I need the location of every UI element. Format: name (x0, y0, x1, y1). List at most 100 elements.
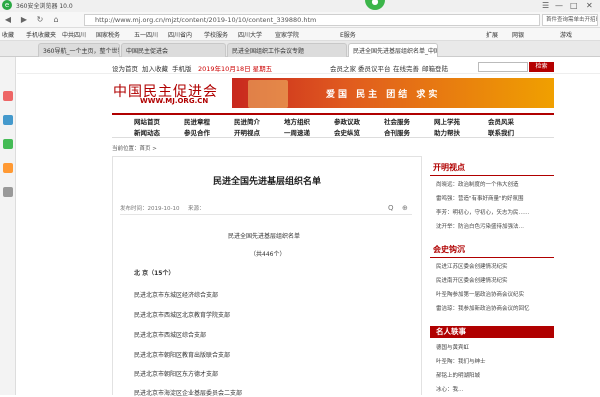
browser-logo-icon: e (2, 0, 12, 10)
sidebar-app-icon[interactable] (3, 163, 13, 173)
bookmark-item[interactable]: 手机收藏夹 (26, 30, 56, 39)
bookmarks-bar (0, 28, 600, 41)
search-icon[interactable]: Q (388, 204, 394, 212)
viewpoint-link[interactable]: 雷鸣强：营造"有事好商量"的好氛围 (436, 194, 556, 202)
nav-news[interactable]: 新闻动态 (126, 127, 168, 137)
tab-active-list[interactable]: 民进全国先进基层组织名单_中国 (348, 43, 438, 57)
tab-org-meeting[interactable]: 民进全国组织工作会议专题 (227, 43, 347, 57)
viewpoints-heading[interactable]: 开明视点 (433, 162, 465, 173)
site-date: 2019年10月18日 星期五 (198, 65, 273, 73)
history-link[interactable]: 民进南开区委会创建情况纪实 (436, 276, 556, 284)
nav-member-style[interactable]: 会员风采 (480, 116, 522, 126)
browser-sidebar (0, 57, 16, 395)
browser-search-input[interactable]: 首件查询需单击开招印 (542, 14, 598, 26)
viewpoint-link[interactable]: 尚晓远：政治制度的一个伟大创造 (436, 180, 556, 188)
nav-online-school[interactable]: 网上学苑 (426, 116, 468, 126)
bookmark-item[interactable]: 收藏 (2, 30, 14, 39)
list-item: 民进北京市东城区经济综合支部 (134, 292, 219, 299)
list-item: 民进北京市西城区综合支部 (134, 332, 207, 339)
forward-button[interactable]: ▶ (18, 14, 30, 26)
nav-local-orgs[interactable]: 地方组织 (276, 116, 318, 126)
bookmark-item[interactable]: 中共四川 (62, 30, 86, 39)
section-divider (430, 175, 554, 176)
banner-building-image (248, 80, 288, 108)
anecdote-link[interactable]: 郝铭上的明湖阳城 (436, 371, 556, 379)
banking-button[interactable]: 网银 (512, 30, 524, 39)
list-item: 民进北京市西城区北京教育学院支部 (134, 312, 231, 319)
nav-weekly[interactable]: 一周速递 (276, 127, 318, 137)
list-item: 民进北京市朝阳区教育出版联合支部 (134, 352, 231, 359)
anecdote-link[interactable]: 冰心：我… (436, 385, 556, 393)
close-button[interactable]: ✕ (586, 1, 593, 10)
sidebar-app-icon[interactable] (3, 91, 13, 101)
section-divider (430, 257, 554, 258)
sidebar-app-icon[interactable] (3, 187, 13, 197)
nav-assistance[interactable]: 助力帮扶 (426, 127, 468, 137)
section-heading: 北 京（15个） (134, 270, 175, 277)
viewpoint-link[interactable]: 李芳：明初心，守初心，矢志为民…… (436, 208, 556, 216)
url-input[interactable]: http://www.mj.org.cn/mjzt/content/2019-1… (84, 14, 540, 26)
site-search-button[interactable]: 检索 (529, 62, 554, 72)
anecdotes-heading[interactable]: 名人轶事 (430, 326, 554, 338)
tab-360-nav[interactable]: 360导航_一个主页，整个世界 (38, 43, 120, 57)
maximize-button[interactable]: □ (570, 1, 578, 10)
nav-publications[interactable]: 合刊服务 (376, 127, 418, 137)
meta-divider (120, 214, 412, 215)
member-home-link[interactable]: 会员之家 (330, 63, 356, 73)
set-homepage-link[interactable]: 设为首页 (112, 63, 138, 73)
nav-contact[interactable]: 联系我们 (480, 127, 522, 137)
banner-slogan: 爱国 民主 团结 求实 (326, 90, 441, 100)
anecdote-link[interactable]: 叶圣陶：我们与绅士 (436, 357, 556, 365)
url-text: http://www.mj.org.cn/mjzt/content/2019-1… (95, 16, 317, 24)
proposal-platform-link[interactable]: 委员议平台 (358, 63, 391, 73)
anecdote-link[interactable]: 德国与黄宾虹 (436, 343, 556, 351)
reload-button[interactable]: ↻ (34, 14, 46, 26)
nav-viewpoints[interactable]: 开明视点 (226, 127, 268, 137)
window-title: 360安全浏览器 10.0 (16, 3, 73, 10)
tab-mj-home[interactable]: 中国民主促进会 (121, 43, 226, 57)
home-button[interactable]: ⌂ (50, 14, 62, 26)
site-search-input[interactable] (478, 62, 528, 72)
sidebar-app-icon[interactable] (3, 139, 13, 149)
mobile-link[interactable]: 手机版 (172, 63, 192, 73)
browser-feature-icon[interactable]: ● (365, 0, 385, 10)
bookmark-item[interactable]: 宣家学院 (275, 30, 299, 39)
list-item: 民进北京市海淀区企业基层委员会二支部 (134, 390, 243, 397)
games-button[interactable]: 游戏 (560, 30, 572, 39)
nav-home[interactable]: 网站首页 (126, 116, 168, 126)
history-link[interactable]: 雷洁琼：我参加新政治协商会议的回忆 (436, 304, 556, 312)
add-favorite-link[interactable]: 加入收藏 (142, 63, 168, 73)
nav-history[interactable]: 会史纵览 (326, 127, 368, 137)
article-intro: 民进全国先进基层组织名单 (228, 233, 301, 240)
menu-icon[interactable]: ☰ (542, 1, 549, 10)
browser-title-bar: e 360安全浏览器 10.0 ● ☰ — □ ✕ (0, 0, 600, 12)
bookmark-item[interactable]: E服务 (340, 30, 356, 39)
list-item: 民进北京市朝阳区东方德才支部 (134, 371, 219, 378)
history-link[interactable]: 叶圣陶参加第一届政治协商会议纪实 (436, 290, 556, 298)
article-count: （共446个） (250, 251, 286, 258)
bookmark-item[interactable]: 四川省内 (168, 30, 192, 39)
viewpoint-link[interactable]: 沈开举：防治白色污染盛待加强法… (436, 222, 556, 230)
bookmark-item[interactable]: 四川大学 (238, 30, 262, 39)
site-logo-url: WWW.MJ.ORG.CN (140, 97, 209, 105)
minimize-button[interactable]: — (555, 1, 563, 10)
breadcrumb[interactable]: 当前位置：首页 > (112, 144, 157, 152)
history-link[interactable]: 民进江苏区委会创建情况纪实 (436, 262, 556, 270)
nav-charter[interactable]: 民进章程 (176, 116, 218, 126)
bookmark-item[interactable]: 学校服务 (204, 30, 228, 39)
nav-politics[interactable]: 参政议政 (326, 116, 368, 126)
extensions-button[interactable]: 扩展 (486, 30, 498, 39)
sidebar-app-icon[interactable] (3, 115, 13, 125)
bookmark-item[interactable]: 五一四川 (134, 30, 158, 39)
back-button[interactable]: ◀ (2, 14, 14, 26)
email-login-link[interactable]: 邮箱登陆 (422, 63, 448, 73)
history-heading[interactable]: 会史钩沉 (433, 244, 465, 255)
nav-intro[interactable]: 民进简介 (226, 116, 268, 126)
bookmark-item[interactable]: 国家税务 (96, 30, 120, 39)
nav-cooperation[interactable]: 参见合作 (176, 127, 218, 137)
zoom-in-icon[interactable]: ⊕ (402, 204, 408, 212)
article-title: 民进全国先进基层组织名单 (212, 177, 321, 187)
article-source: 来源： (188, 206, 205, 212)
nav-social-service[interactable]: 社会服务 (376, 116, 418, 126)
online-complete-link[interactable]: 在线完善 (393, 63, 419, 73)
